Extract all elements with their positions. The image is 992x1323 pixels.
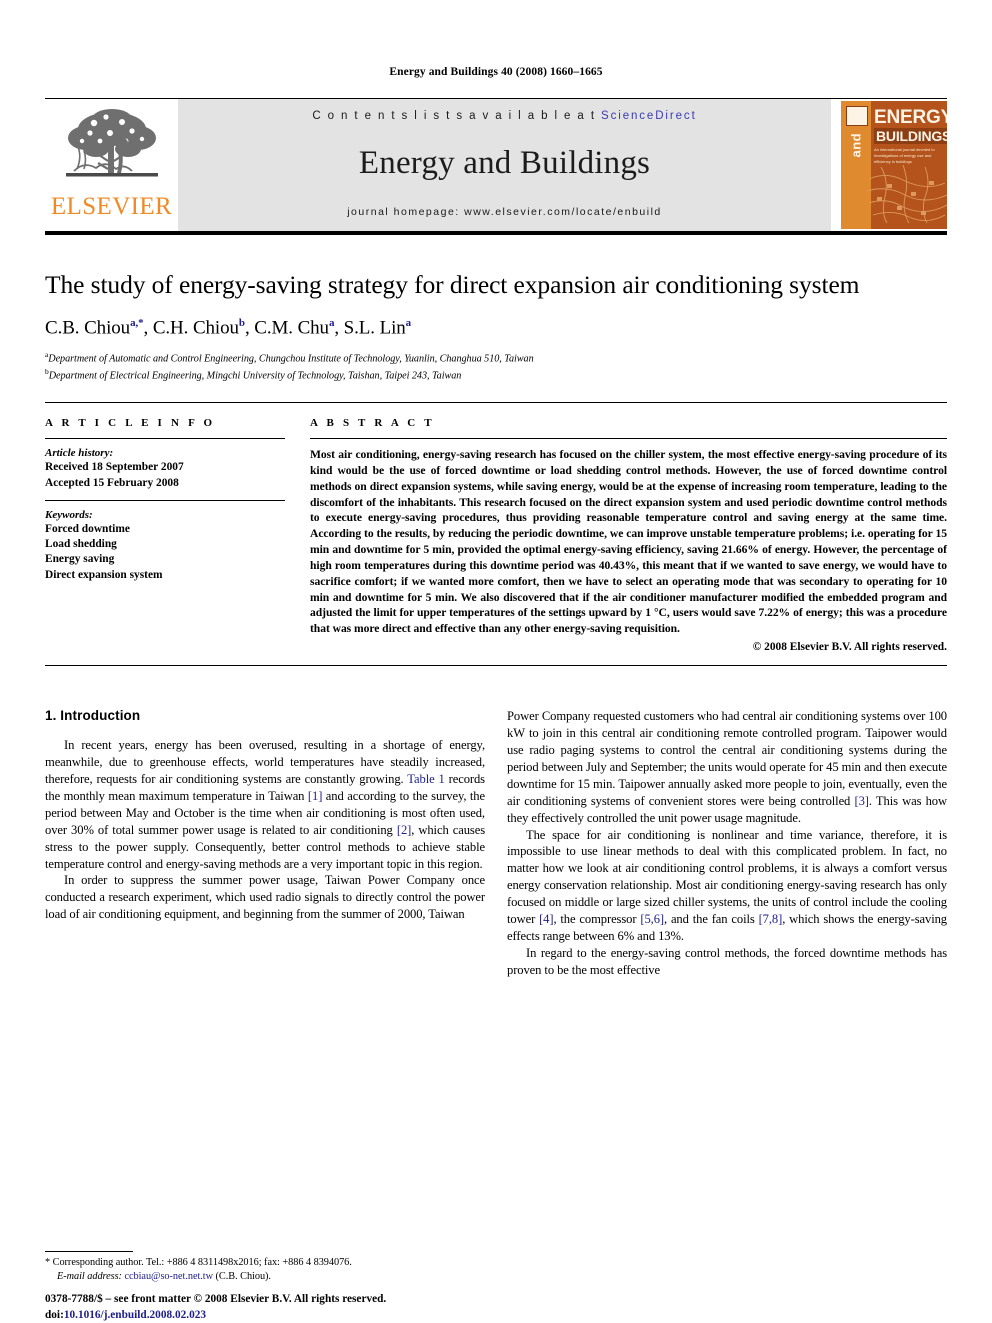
issn-line: 0378-7788/$ – see front matter © 2008 El…	[45, 1292, 387, 1305]
cover-publisher-badge-icon	[846, 106, 868, 126]
article-info-heading: A R T I C L E I N F O	[45, 417, 216, 430]
keywords-rule	[45, 499, 285, 501]
article-received-date: Received 18 September 2007	[45, 461, 184, 474]
title-block: The study of energy-saving strategy for …	[45, 235, 947, 384]
keyword-item: Forced downtime	[45, 522, 130, 535]
elsevier-wordmark: ELSEVIER	[50, 193, 173, 220]
corresponding-marker: *	[45, 1256, 51, 1268]
abstract-heading: A B S T R A C T	[310, 417, 435, 430]
paragraph: Power Company requested customers who ha…	[507, 708, 947, 825]
abstract-rule	[310, 438, 947, 440]
cover-energy-text: ENERGY	[874, 107, 947, 128]
info-abstract-section: A R T I C L E I N F O Article history: R…	[45, 403, 947, 653]
corresponding-text: Corresponding author. Tel.: +886 4 83114…	[52, 1256, 352, 1268]
paragraph: In regard to the energy-saving control m…	[507, 946, 947, 978]
cover-and-text: and	[848, 132, 864, 158]
journal-masthead: ELSEVIER C o n t e n t s l i s t s a v a…	[45, 98, 947, 231]
elsevier-logo: ELSEVIER	[45, 99, 178, 231]
article-page: Energy and Buildings 40 (2008) 1660–1665	[0, 0, 992, 1323]
abstract-bottom-rule	[45, 664, 947, 666]
paragraph: The space for air conditioning is nonlin…	[507, 827, 947, 944]
abstract-column: A B S T R A C T Most air conditioning, e…	[310, 417, 947, 653]
email-owner: (C.B. Chiou).	[215, 1271, 271, 1283]
affiliation-a: aDepartment of Automatic and Control Eng…	[45, 350, 947, 367]
cover-buildings-text: BUILDINGS	[874, 128, 947, 144]
keywords-label: Keywords:	[45, 508, 93, 521]
keyword-item: Direct expansion system	[45, 568, 163, 581]
keyword-item: Energy saving	[45, 553, 115, 566]
body-columns: 1. Introduction In recent years, energy …	[45, 708, 947, 979]
contents-available-text: C o n t e n t s l i s t s a v a i l a b …	[312, 110, 602, 122]
article-info-rule	[45, 438, 285, 440]
doi-label: doi:	[45, 1308, 64, 1321]
abstract-text: Most air conditioning, energy-saving res…	[310, 448, 947, 636]
article-history-label: Article history:	[45, 447, 114, 460]
contents-available-line: C o n t e n t s l i s t s a v a i l a b …	[312, 110, 696, 122]
corresponding-author-note: * Corresponding author. Tel.: +886 4 831…	[45, 1256, 485, 1285]
doi-link[interactable]: 10.1016/j.enbuild.2008.02.023	[64, 1309, 206, 1321]
journal-homepage-link[interactable]: journal homepage: www.elsevier.com/locat…	[347, 206, 662, 218]
section-heading-introduction: 1. Introduction	[45, 707, 141, 723]
page-title: The study of energy-saving strategy for …	[45, 270, 860, 299]
journal-cover-thumbnail[interactable]: and ENERGY BUILDINGS An international jo…	[841, 99, 947, 231]
keyword-item: Load shedding	[45, 538, 117, 551]
affiliation-a-text: Department of Automatic and Control Engi…	[48, 353, 534, 365]
footnote-area: * Corresponding author. Tel.: +886 4 831…	[45, 1250, 485, 1285]
paragraph: In recent years, energy has been overuse…	[45, 737, 485, 871]
sciencedirect-link[interactable]: ScienceDirect	[601, 110, 697, 122]
affiliation-b: bDepartment of Electrical Engineering, M…	[45, 367, 947, 384]
elsevier-tree-icon	[60, 105, 164, 193]
body-left-column: 1. Introduction In recent years, energy …	[45, 708, 485, 979]
abstract-copyright: © 2008 Elsevier B.V. All rights reserved…	[752, 640, 947, 653]
author-list: C.B. Chioua,*, C.H. Chioub, C.M. Chua, S…	[45, 317, 412, 339]
body-right-column: Power Company requested customers who ha…	[507, 708, 947, 979]
keywords-block: Keywords: Forced downtime Load shedding …	[45, 499, 285, 583]
doi-line: doi:10.1016/j.enbuild.2008.02.023	[45, 1307, 515, 1323]
email-link[interactable]: ccbiau@so-net.net.tw	[124, 1271, 213, 1282]
cover-map-graphic	[867, 164, 947, 224]
affiliation-b-text: Department of Electrical Engineering, Mi…	[48, 370, 462, 382]
cover-art: and ENERGY BUILDINGS An international jo…	[841, 101, 947, 229]
footnote-rule	[45, 1250, 133, 1252]
running-head: Energy and Buildings 40 (2008) 1660–1665	[389, 66, 603, 78]
journal-title: Energy and Buildings	[358, 145, 651, 181]
imprint-block: 0378-7788/$ – see front matter © 2008 El…	[45, 1291, 515, 1323]
article-info-column: A R T I C L E I N F O Article history: R…	[45, 417, 310, 653]
email-label: E-mail address:	[57, 1271, 122, 1283]
journal-band: C o n t e n t s l i s t s a v a i l a b …	[178, 99, 831, 231]
article-accepted-date: Accepted 15 February 2008	[45, 476, 179, 489]
paragraph: In order to suppress the summer power us…	[45, 873, 485, 922]
